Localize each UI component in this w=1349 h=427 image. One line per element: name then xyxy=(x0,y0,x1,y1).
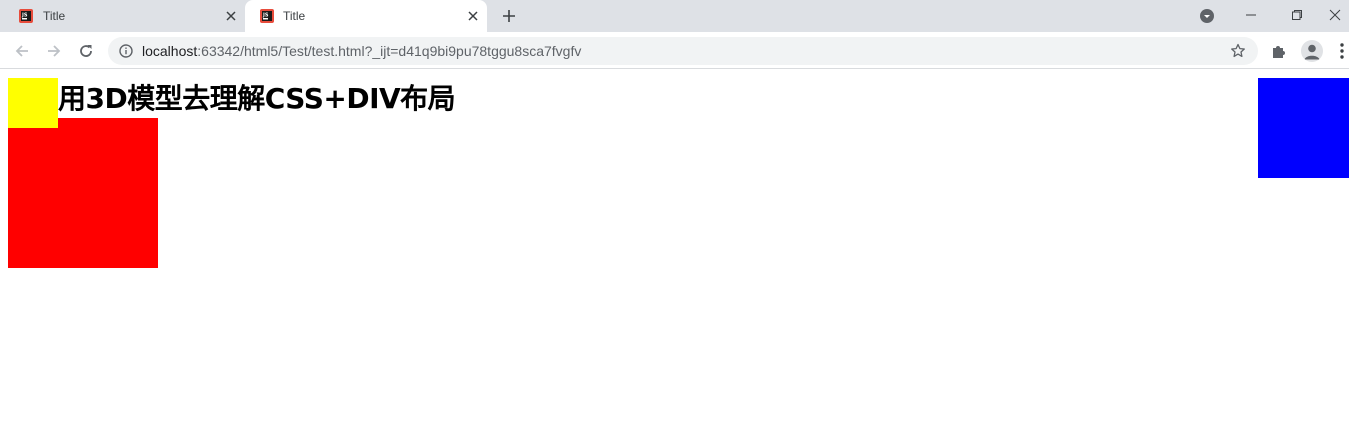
tab-close-icon[interactable] xyxy=(465,8,481,24)
tab-title: Title xyxy=(43,9,66,23)
window-minimize-icon[interactable] xyxy=(1228,0,1274,30)
svg-text:JS: JS xyxy=(21,13,28,19)
extensions-puzzle-icon[interactable] xyxy=(1270,42,1288,60)
tab-inactive[interactable]: JS Title xyxy=(0,0,245,32)
window-restore-icon[interactable] xyxy=(1274,0,1320,30)
forward-arrow-icon[interactable] xyxy=(41,38,67,64)
webstorm-favicon-icon: JS xyxy=(260,9,274,23)
tab-close-icon[interactable] xyxy=(223,8,239,24)
webstorm-favicon-icon: JS xyxy=(19,9,33,23)
svg-text:JS: JS xyxy=(262,13,269,19)
page-viewport: 用3D模型去理解CSS+DIV布局 xyxy=(0,70,1349,427)
bookmark-star-icon[interactable] xyxy=(1230,43,1246,59)
profile-person-icon xyxy=(1304,44,1320,60)
browser-toolbar: localhost:63342/html5/Test/test.html?_ij… xyxy=(0,32,1349,69)
more-menu-icon[interactable] xyxy=(1337,42,1347,60)
window-close-icon[interactable] xyxy=(1320,0,1349,30)
red-box xyxy=(8,118,158,268)
address-bar[interactable]: localhost:63342/html5/Test/test.html?_ij… xyxy=(108,37,1258,65)
avatar[interactable] xyxy=(1301,40,1323,62)
blue-box xyxy=(1258,78,1349,178)
url-path: :63342/html5/Test/test.html?_ijt=d41q9bi… xyxy=(197,43,582,59)
page-heading: 用3D模型去理解CSS+DIV布局 xyxy=(58,82,456,115)
tab-active[interactable]: JS Title xyxy=(245,0,487,32)
back-arrow-icon[interactable] xyxy=(9,38,35,64)
info-icon[interactable] xyxy=(119,44,133,58)
tab-search-dropdown-icon[interactable] xyxy=(1199,8,1215,24)
yellow-box xyxy=(8,78,58,128)
url-host: localhost xyxy=(142,43,198,59)
url-text[interactable]: localhost:63342/html5/Test/test.html?_ij… xyxy=(142,43,581,59)
tab-title: Title xyxy=(283,9,306,23)
tab-strip: JS Title JS Title xyxy=(0,0,1349,32)
new-tab-plus-icon[interactable] xyxy=(499,6,519,26)
reload-icon[interactable] xyxy=(73,38,99,64)
